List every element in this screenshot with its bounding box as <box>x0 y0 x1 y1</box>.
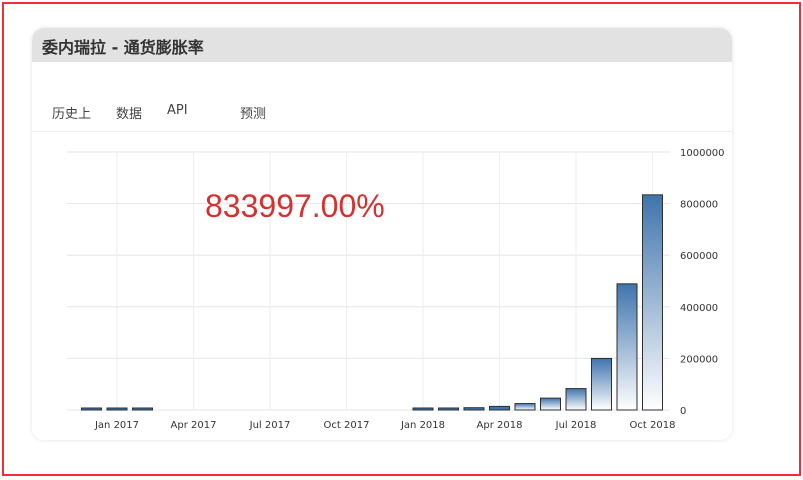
y-tick-label: 800000 <box>680 200 718 211</box>
bar-2017-01 <box>106 407 128 411</box>
x-tick-label: Jan 2018 <box>400 420 445 431</box>
x-tick-label: Jan 2017 <box>94 420 139 431</box>
bar-2018-01 <box>412 407 434 411</box>
highlight-inflation-value: 833997.00% <box>205 188 385 224</box>
bar-2018-02 <box>438 407 459 411</box>
bar-2018-07 <box>565 388 587 411</box>
y-tick-label: 0 <box>680 406 686 417</box>
x-tick-label: Apr 2017 <box>171 420 217 431</box>
bar-2018-09 <box>616 283 638 411</box>
x-tick-label: Apr 2018 <box>477 420 523 431</box>
y-axis-ticks: 0 200000 400000 600000 800000 1000000 <box>680 148 725 417</box>
x-tick-label: Oct 2018 <box>630 420 676 431</box>
x-tick-label: Jul 2017 <box>249 420 291 431</box>
chart-plot: Jan 2017 Apr 2017 Jul 2017 Oct 2017 Jan 2018… <box>67 148 725 431</box>
x-axis-ticks: Jan 2017 Apr 2017 Jul 2017 Oct 2017 Jan 2018… <box>94 420 675 431</box>
y-tick-label: 200000 <box>680 354 718 365</box>
x-tick-label: Jul 2018 <box>555 420 597 431</box>
chart-card: 委内瑞拉 - 通货膨胀率 历史上 数据 API 预测 Jan 2017 Apr 2… <box>32 28 732 440</box>
bar-2018-08 <box>591 357 612 411</box>
y-tick-label: 1000000 <box>680 148 725 159</box>
bar-2018-06 <box>540 397 561 411</box>
bar-2018-03 <box>463 407 485 411</box>
bar-2018-04 <box>489 405 510 411</box>
bar-2018-05 <box>514 403 536 411</box>
y-tick-label: 600000 <box>680 251 718 262</box>
bar-2018-10 <box>642 194 663 411</box>
bar-2016-12 <box>81 407 102 411</box>
y-tick-label: 400000 <box>680 303 718 314</box>
chart-bars <box>81 194 663 411</box>
bar-2017-02 <box>132 407 153 411</box>
x-tick-label: Oct 2017 <box>324 420 370 431</box>
